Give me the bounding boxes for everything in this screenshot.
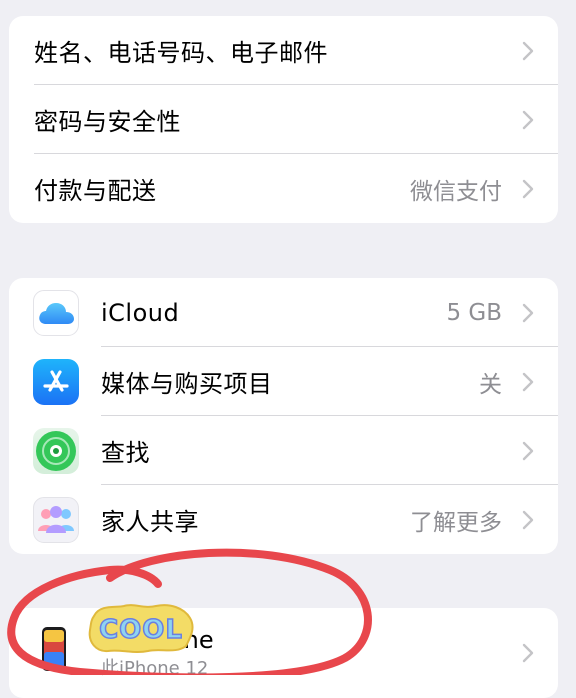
family-sharing-row[interactable]: 家人共享 了解更多 [9,485,558,554]
chevron-right-icon [522,372,534,391]
find-my-icon [33,427,79,474]
account-settings-group: 姓名、电话号码、电子邮件 密码与安全性 付款与配送 微信支付 [9,16,558,223]
family-sharing-value: 了解更多 [410,509,502,536]
payment-method-value: 微信支付 [410,178,502,205]
row-label: 密码与安全性 [34,108,181,136]
svg-text:COOL: COOL [99,615,183,645]
cool-sticker: COOL [88,604,194,653]
payment-shipping-row[interactable]: 付款与配送 微信支付 [9,154,558,223]
chevron-right-icon [522,110,534,129]
row-label: iCloud [101,298,180,327]
icloud-row[interactable]: iCloud 5 GB [9,278,558,347]
icloud-storage-value: 5 GB [446,299,502,326]
media-purchases-row[interactable]: 媒体与购买项目 关 [9,347,558,416]
row-label: 家人共享 [101,508,199,536]
name-phone-email-row[interactable]: 姓名、电话号码、电子邮件 [9,16,558,85]
chevron-right-icon [522,41,534,60]
find-my-row[interactable]: 查找 [9,416,558,485]
app-store-icon [33,358,79,405]
chevron-right-icon [522,643,534,663]
chevron-right-icon [522,303,534,322]
icloud-icon [33,289,79,336]
chevron-right-icon [522,179,534,198]
services-group: iCloud 5 GB 媒体与购买项目 关 查找 家人共享 了解更多 [9,278,558,554]
password-security-row[interactable]: 密码与安全性 [9,85,558,154]
row-label: 查找 [101,439,150,467]
row-label: 姓名、电话号码、电子邮件 [34,39,328,67]
family-sharing-icon [33,496,79,543]
chevron-right-icon [522,441,534,460]
row-label: 媒体与购买项目 [101,370,273,398]
device-model: 此iPhone 12 [101,658,209,679]
row-label: 付款与配送 [34,177,157,205]
chevron-right-icon [522,510,534,529]
iphone-icon [42,627,66,671]
media-purchases-value: 关 [479,371,502,398]
